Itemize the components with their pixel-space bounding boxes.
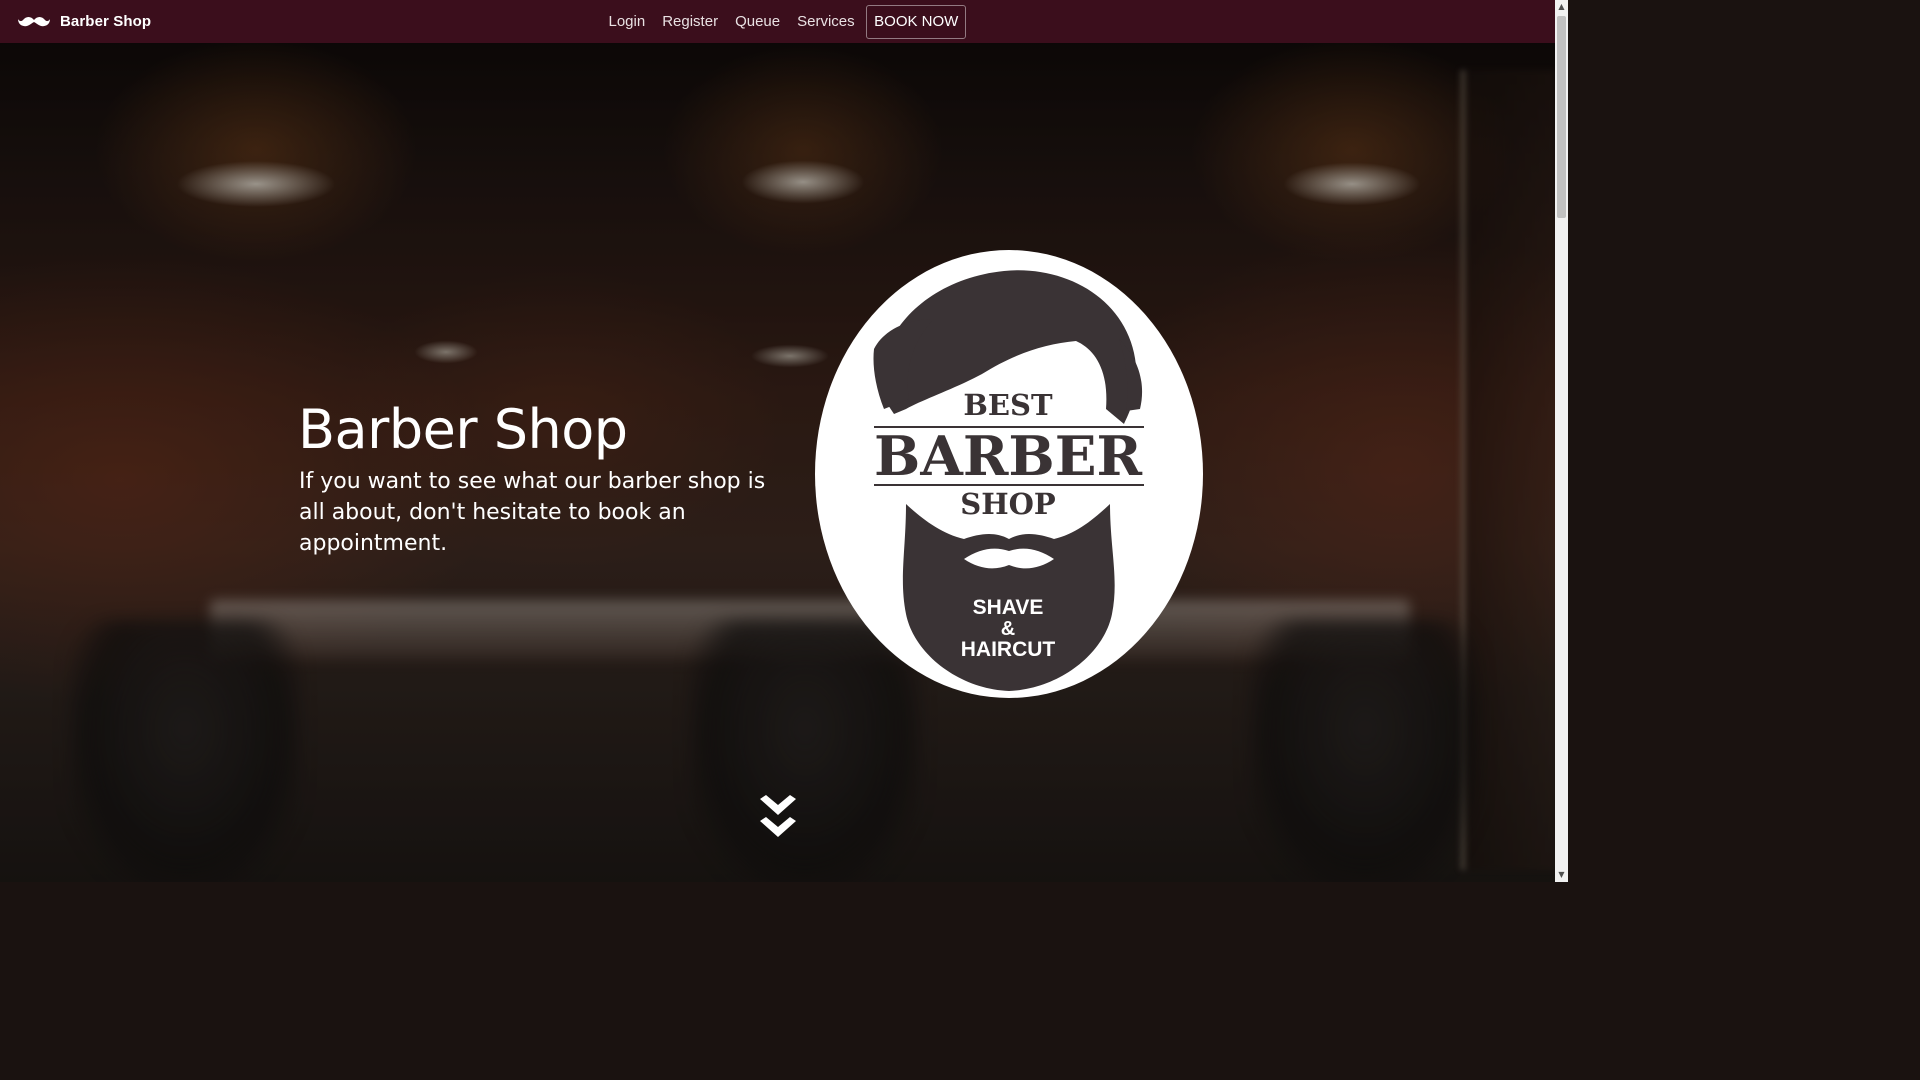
nav-queue-link[interactable]: Queue — [727, 0, 789, 43]
scroll-down-arrow-icon[interactable]: ▼ — [1555, 868, 1568, 882]
hero-background — [0, 0, 1555, 882]
hero-title: Barber Shop — [298, 398, 628, 461]
hero-overlay — [0, 0, 1555, 882]
logo-haircut-text: HAIRCUT — [961, 638, 1056, 661]
navbar: Barber Shop Login Register Queue Service… — [0, 0, 1555, 43]
logo-shop-text: SHOP — [960, 487, 1056, 521]
nav-login-link[interactable]: Login — [600, 0, 654, 43]
navbar-brand[interactable]: Barber Shop — [18, 13, 151, 30]
scrollbar-thumb[interactable] — [1557, 16, 1566, 218]
barber-logo: BEST BARBER SHOP SHAVE & HAIRCUT — [815, 250, 1203, 698]
logo-best-text: BEST — [963, 388, 1053, 422]
logo-ampersand-text: & — [1001, 618, 1015, 640]
nav-links: Login Register Queue Services BOOK NOW — [600, 0, 967, 43]
hero-description: If you want to see what our barber shop … — [299, 469, 766, 556]
logo-shave-text: SHAVE — [973, 596, 1044, 619]
nav-services-link[interactable]: Services — [789, 0, 864, 43]
mustache-icon — [18, 16, 50, 26]
brand-name: Barber Shop — [60, 13, 152, 30]
double-chevron-down-icon[interactable] — [758, 795, 798, 843]
nav-register-link[interactable]: Register — [654, 0, 727, 43]
book-now-button[interactable]: BOOK NOW — [866, 4, 967, 39]
page-scrollbar[interactable]: ▲ ▼ — [1555, 0, 1568, 882]
scroll-up-icon[interactable]: ▲ — [1555, 0, 1568, 14]
logo-barber-text: BARBER — [874, 424, 1143, 488]
